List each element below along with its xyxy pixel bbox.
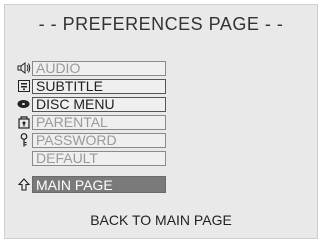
disc-menu-menu-item[interactable]: DISC MENU [32, 96, 166, 112]
menu-row-default[interactable]: DEFAULT [15, 149, 166, 167]
menu-row-disc-menu[interactable]: DISC MENU [15, 95, 166, 113]
subtitle-icon [15, 78, 32, 94]
preferences-menu: AUDIO SUBTITLE DISC MENU PARENTAL PASSWO… [15, 59, 166, 167]
key-icon [15, 132, 32, 148]
menu-row-subtitle[interactable]: SUBTITLE [15, 77, 166, 95]
page-title: - - PREFERENCES PAGE - - [38, 14, 284, 34]
blank-icon [15, 150, 32, 166]
menu-row-parental[interactable]: PARENTAL [15, 113, 166, 131]
osd-screen: - - PREFERENCES PAGE - - AUDIO SUBTITLE … [4, 4, 318, 239]
default-menu-item[interactable]: DEFAULT [32, 150, 166, 166]
password-menu-item[interactable]: PASSWORD [32, 132, 166, 148]
up-arrow-icon [15, 177, 32, 193]
subtitle-menu-item[interactable]: SUBTITLE [32, 78, 166, 94]
menu-row-audio[interactable]: AUDIO [15, 59, 166, 77]
speaker-icon [15, 60, 32, 76]
hint-text: BACK TO MAIN PAGE [90, 212, 232, 228]
disc-menu-icon [15, 96, 32, 112]
main-page-button[interactable]: MAIN PAGE [32, 176, 166, 193]
parental-menu-item[interactable]: PARENTAL [32, 114, 166, 130]
parental-lock-icon [15, 114, 32, 130]
main-page-row[interactable]: MAIN PAGE [15, 176, 166, 193]
audio-menu-item[interactable]: AUDIO [32, 60, 166, 76]
menu-row-password[interactable]: PASSWORD [15, 131, 166, 149]
